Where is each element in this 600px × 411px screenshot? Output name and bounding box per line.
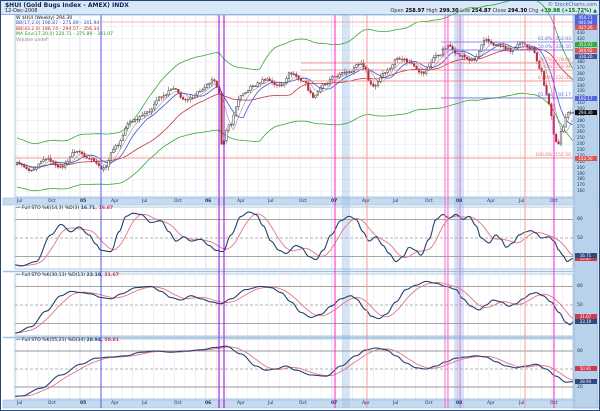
chart-window: $HUI (Gold Bugs Index - AMEX) INDX © Sto… xyxy=(0,0,600,411)
chart-canvas[interactable] xyxy=(1,1,600,411)
